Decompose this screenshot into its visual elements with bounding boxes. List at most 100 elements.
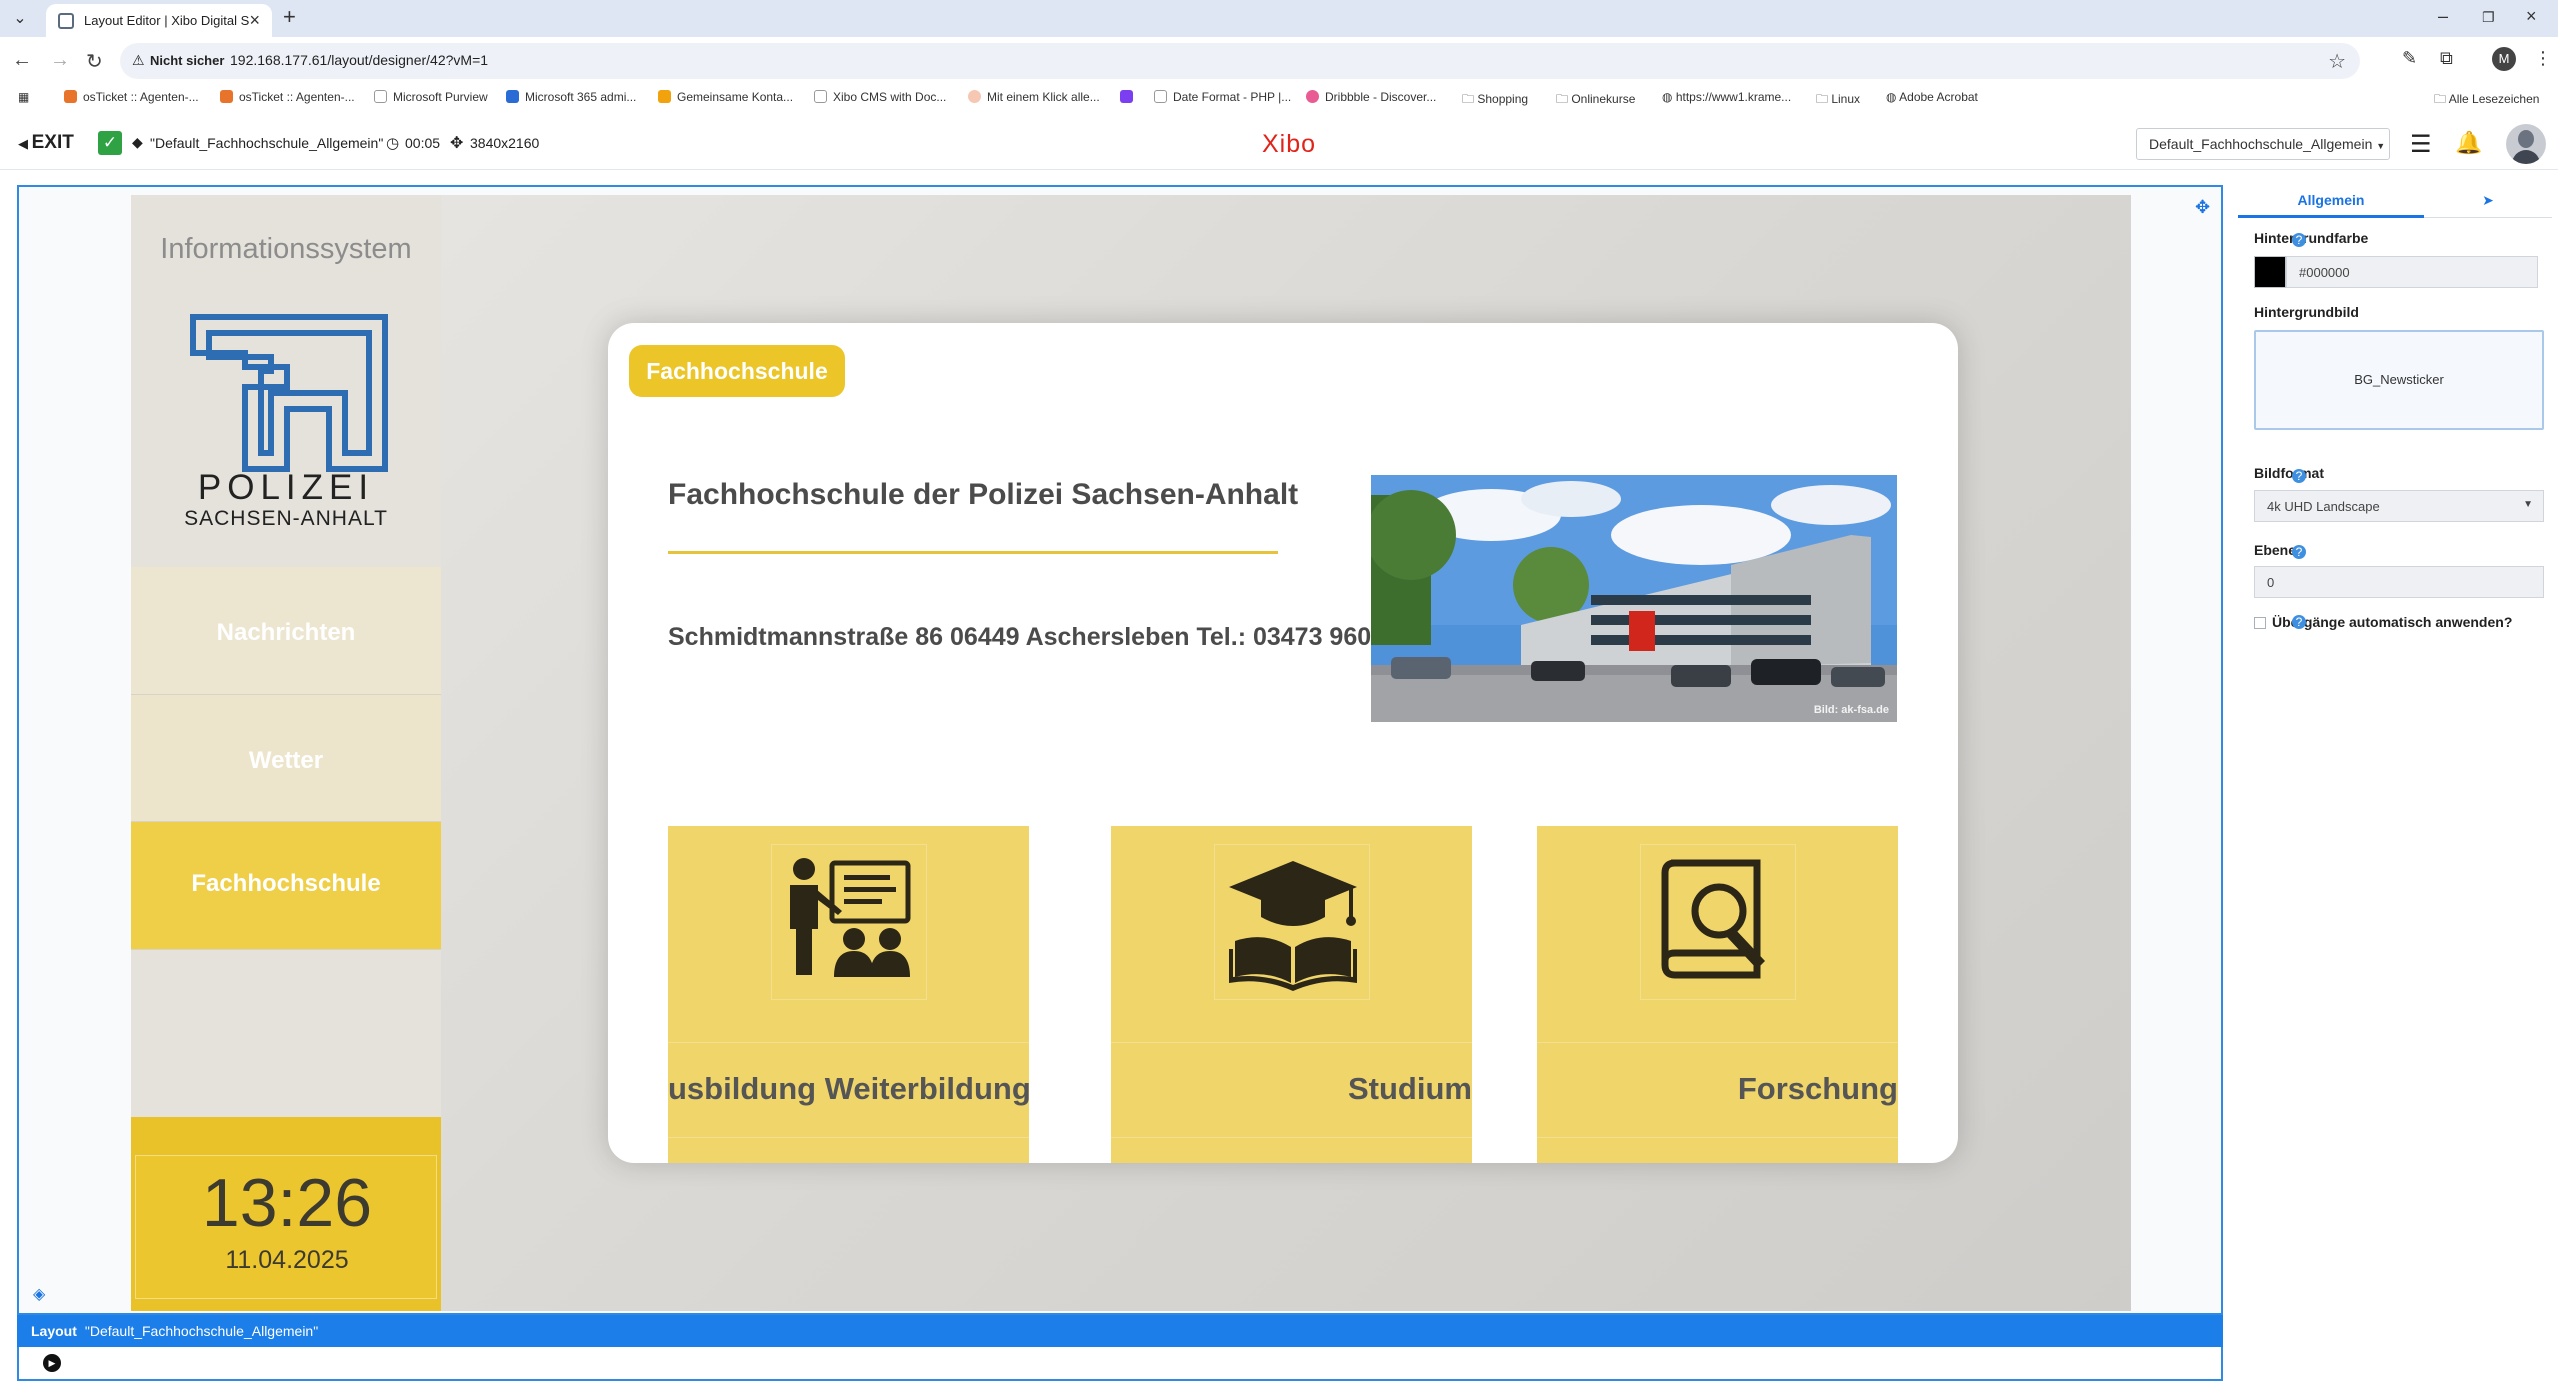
tag-icon: ◆ [132, 134, 143, 150]
clock-widget[interactable]: 13:26 11.04.2025 [131, 1117, 441, 1311]
help-icon[interactable]: ? [2292, 233, 2306, 247]
timeline-header[interactable]: Layout "Default_Fachhochschule_Allgemein" [17, 1315, 2223, 1347]
format-select[interactable]: 4k UHD Landscape ▼ [2254, 490, 2544, 522]
apps-grid-icon[interactable]: ▦ [18, 90, 29, 104]
bookmark-item[interactable] [1120, 90, 1139, 104]
clock-icon: ◷ [386, 135, 400, 152]
bookmarks-bar: ▦ osTicket :: Agenten-... osTicket :: Ag… [0, 85, 2558, 111]
close-tab-icon[interactable]: × [249, 10, 260, 31]
category-badge: Fachhochschule [629, 345, 845, 397]
send-icon: ➤ [2482, 192, 2494, 208]
bookmark-favicon-icon [374, 90, 387, 103]
menu-item-wetter[interactable]: Wetter [131, 695, 441, 822]
bg-color-input[interactable]: #000000 [2286, 256, 2538, 288]
extensions-puzzle-icon[interactable]: ⧉ [2440, 48, 2453, 69]
bookmark-folder-onlinekurse[interactable]: 🗀 Onlinekurse [1556, 90, 1635, 111]
back-icon[interactable]: ← [12, 49, 32, 72]
xibo-logo: Xibo [1262, 130, 1317, 158]
bookmark-folder-linux[interactable]: 🗀 Linux [1816, 90, 1860, 111]
tab-send[interactable]: ➤ [2424, 186, 2552, 218]
folder-icon: 🗀 [1462, 92, 1478, 106]
address-bar[interactable]: ⚠ Nicht sicher 192.168.177.61/layout/des… [120, 43, 2360, 79]
reload-icon[interactable]: ↻ [86, 49, 103, 74]
bookmark-item[interactable]: Microsoft Purview [374, 90, 488, 104]
layer-input[interactable]: 0 [2254, 566, 2544, 598]
move-canvas-icon[interactable]: ✥ [2195, 197, 2210, 218]
help-icon[interactable]: ? [2292, 469, 2306, 483]
forward-icon[interactable]: → [50, 49, 70, 72]
minimize-icon[interactable]: – [2438, 6, 2448, 27]
warning-icon[interactable]: ⚠ [132, 52, 145, 69]
logo-polizei-text: POLIZEI [197, 468, 375, 507]
extension-pen-icon[interactable]: ✎ [2402, 48, 2417, 69]
new-tab-icon[interactable]: + [283, 4, 296, 30]
layout-canvas[interactable]: Informationssystem POLIZEI SACHSEN-ANHAL… [131, 195, 2131, 1311]
auto-transitions-checkbox[interactable] [2254, 617, 2266, 629]
bookmark-item[interactable]: Microsoft 365 admi... [506, 90, 636, 104]
bookmark-item[interactable]: ◍ Adobe Acrobat [1886, 90, 1978, 104]
help-icon[interactable]: ? [2292, 545, 2306, 559]
publish-check-icon[interactable]: ✓ [98, 131, 122, 155]
building-photo-image [1371, 475, 1897, 722]
close-window-icon[interactable]: × [2526, 6, 2537, 27]
bookmark-item[interactable]: ◍ https://www1.krame... [1662, 90, 1791, 104]
help-icon[interactable]: ? [2292, 615, 2306, 629]
play-icon[interactable]: ▶ [43, 1354, 61, 1372]
bookmark-item[interactable]: Date Format - PHP |... [1154, 90, 1291, 104]
tile-ausbildung[interactable]: usbildung Weiterbildung [668, 826, 1029, 1163]
canvas-sidebar[interactable]: Informationssystem POLIZEI SACHSEN-ANHAL… [131, 195, 441, 1311]
properties-panel: Allgemein ➤ Hintergrundfarbe #000000 Hin… [2238, 180, 2558, 1393]
bookmark-favicon-icon [220, 90, 233, 103]
menu-item-nachrichten[interactable]: Nachrichten [131, 567, 441, 695]
menu-item-fachhochschule[interactable]: Fachhochschule [131, 822, 441, 950]
bookmark-item[interactable]: osTicket :: Agenten-... [220, 90, 355, 104]
layout-duration: 00:05 [405, 135, 441, 151]
bookmark-folder-shopping[interactable]: 🗀 Shopping [1462, 90, 1528, 111]
editor-topbar: ◀ EXIT ✓ ◆ "Default_Fachhochschule_Allge… [0, 118, 2558, 170]
graduation-book-icon [1214, 844, 1370, 1000]
tab-search-icon[interactable]: ⌄ [10, 9, 30, 29]
bookmark-item[interactable]: osTicket :: Agenten-... [64, 90, 199, 104]
card-heading: Fachhochschule der Polizei Sachsen-Anhal… [668, 478, 1299, 511]
tile-studium[interactable]: Studium [1111, 826, 1472, 1163]
content-card[interactable]: Fachhochschule Fachhochschule der Polize… [608, 323, 1958, 1163]
bg-color-swatch[interactable] [2254, 256, 2286, 288]
format-label: Bildformat [2254, 465, 2324, 481]
bg-image-dropzone[interactable]: BG_Newsticker [2254, 330, 2544, 430]
hamburger-menu-icon[interactable]: ☰ [2410, 130, 2432, 159]
bookmark-star-icon[interactable]: ☆ [2328, 49, 2346, 74]
tile-label: Forschung [1537, 1042, 1898, 1138]
bookmark-item[interactable]: Xibo CMS with Doc... [814, 90, 946, 104]
bookmark-item[interactable]: Mit einem Klick alle... [968, 90, 1100, 104]
layers-icon[interactable]: ◈ [33, 1284, 45, 1304]
layout-resolution: 3840x2160 [470, 135, 540, 151]
restore-icon[interactable]: ❐ [2482, 9, 2495, 26]
exit-button[interactable]: ◀ EXIT [18, 132, 74, 154]
teacher-presentation-icon [771, 844, 927, 1000]
notification-bell-icon[interactable]: 🔔 [2455, 130, 2482, 156]
layout-viewer[interactable]: Informationssystem POLIZEI SACHSEN-ANHAL… [17, 185, 2223, 1315]
profile-avatar[interactable]: M [2492, 47, 2516, 71]
url-text[interactable]: 192.168.177.61/layout/designer/42?vM=1 [230, 52, 488, 68]
user-avatar[interactable] [2506, 124, 2546, 164]
caret-down-icon: ▼ [2523, 499, 2533, 510]
security-label[interactable]: Nicht sicher [150, 53, 224, 68]
bookmark-item[interactable]: Gemeinsame Konta... [658, 90, 793, 104]
building-photo[interactable]: Bild: ak-fsa.de [1371, 475, 1897, 722]
caret-left-icon: ◀ [18, 136, 32, 151]
clock-inner: 13:26 11.04.2025 [135, 1155, 437, 1299]
all-bookmarks[interactable]: 🗀 Alle Lesezeichen [2434, 90, 2539, 111]
auto-transitions-label: Übergänge automatisch anwenden? [2272, 614, 2513, 630]
bookmark-favicon-icon [1306, 90, 1319, 103]
browser-menu-icon[interactable]: ⋮ [2534, 48, 2552, 69]
browser-tab-active[interactable]: Layout Editor | Xibo Digital Sig × [46, 4, 272, 37]
tab-allgemein[interactable]: Allgemein [2238, 186, 2424, 218]
timeline-label: Layout [31, 1323, 77, 1339]
heading-divider [668, 551, 1278, 554]
folder-icon: 🗀 [1816, 92, 1832, 106]
photo-credit: Bild: ak-fsa.de [1813, 704, 1889, 716]
layout-select[interactable]: Default_Fachhochschule_Allgemein ▼ [2136, 128, 2390, 160]
bookmark-item[interactable]: Dribbble - Discover... [1306, 90, 1436, 104]
fh-logo-icon [190, 314, 388, 472]
tile-forschung[interactable]: Forschung [1537, 826, 1898, 1163]
